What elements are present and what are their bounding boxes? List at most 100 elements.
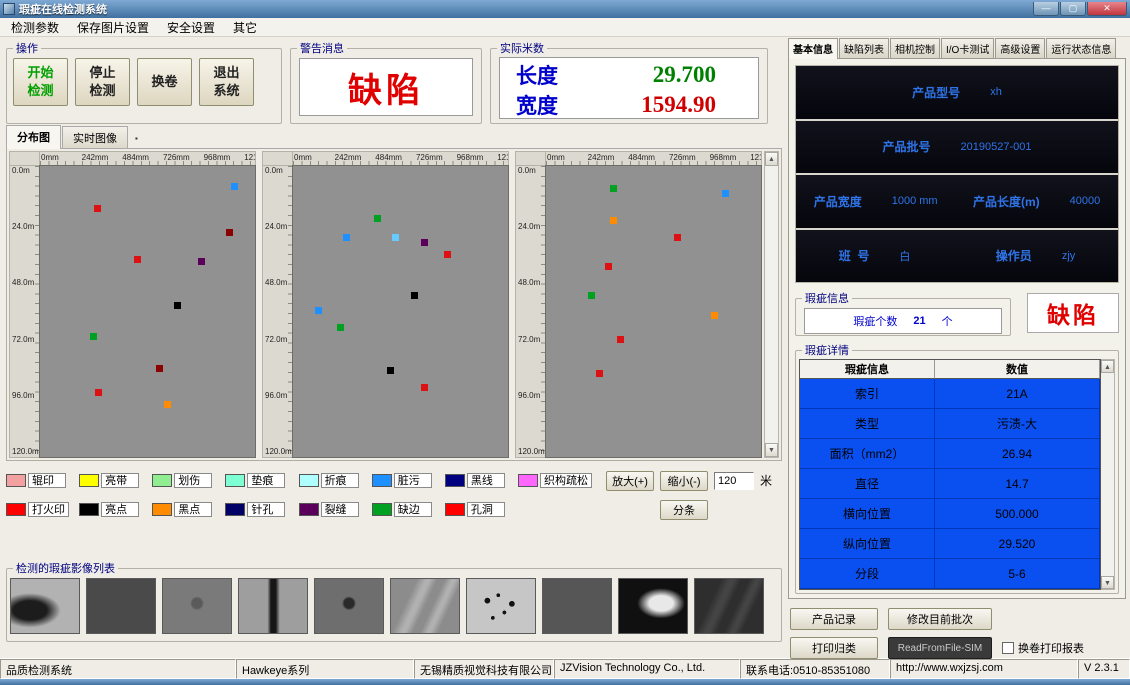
defect-point[interactable]: [411, 292, 418, 299]
defect-point[interactable]: [444, 251, 451, 258]
defect-thumbnail[interactable]: [238, 578, 308, 634]
bottom-button-row-1: 产品记录 修改目前批次: [788, 608, 1126, 630]
menu-item-1[interactable]: 检测参数: [2, 17, 68, 38]
detail-table-scrollbar[interactable]: ▲ ▼: [1101, 359, 1115, 590]
defect-point[interactable]: [605, 263, 612, 270]
start-detect-button[interactable]: 开始 检测: [13, 58, 68, 106]
defect-point[interactable]: [610, 185, 617, 192]
menu-item-4[interactable]: 其它: [224, 17, 266, 38]
x-tick-label: 242mm: [82, 153, 109, 162]
right-tab-2[interactable]: 缺陷列表: [839, 38, 889, 58]
print-category-button[interactable]: 打印归类: [790, 637, 878, 659]
change-roll-print-checkbox[interactable]: [1002, 642, 1014, 654]
scatter-plot[interactable]: [292, 165, 509, 458]
scroll-track[interactable]: [765, 166, 778, 443]
defect-point[interactable]: [711, 312, 718, 319]
defect-point[interactable]: [392, 234, 399, 241]
defect-point[interactable]: [156, 365, 163, 372]
defect-thumbnail[interactable]: [390, 578, 460, 634]
modify-batch-button[interactable]: 修改目前批次: [888, 608, 992, 630]
maximize-button[interactable]: ▢: [1060, 2, 1086, 16]
defect-point[interactable]: [226, 229, 233, 236]
menu-item-3[interactable]: 安全设置: [158, 17, 224, 38]
detail-row[interactable]: 索引21A: [800, 379, 1100, 409]
scroll-up-icon[interactable]: ▲: [765, 152, 778, 166]
detail-row[interactable]: 面积（mm2）26.94: [800, 439, 1100, 469]
y-tick-label: 48.0m: [12, 278, 34, 287]
defect-point[interactable]: [174, 302, 181, 309]
status-segment-5: 联系电话:0510-85351080: [740, 659, 890, 679]
legend-color-swatch: [152, 474, 172, 487]
zoom-in-button[interactable]: 放大(+): [606, 471, 654, 491]
product-info-row: 产品批号20190527-001: [796, 121, 1118, 174]
defect-thumbnail[interactable]: [466, 578, 536, 634]
exit-system-button[interactable]: 退出 系统: [199, 58, 254, 106]
legend-item: 划伤: [152, 470, 221, 491]
scroll-down-icon[interactable]: ▼: [765, 443, 778, 457]
menu-item-2[interactable]: 保存图片设置: [68, 17, 158, 38]
product-info-pair: 产品长度(m)40000: [973, 193, 1100, 210]
defect-point[interactable]: [421, 239, 428, 246]
defect-point[interactable]: [617, 336, 624, 343]
scatter-plot[interactable]: [39, 165, 256, 458]
defect-point[interactable]: [421, 384, 428, 391]
product-record-button[interactable]: 产品记录: [790, 608, 878, 630]
bottom-right-controls: 产品记录 修改目前批次 打印归类 ReadFromFile-SIM 换卷打印报表: [788, 608, 1126, 659]
legend-item: 缺边: [372, 499, 441, 520]
view-tab-1[interactable]: 分布图: [6, 125, 61, 149]
right-tab-1[interactable]: 基本信息: [788, 38, 838, 59]
warning-message-box: 缺陷: [299, 58, 473, 116]
defect-point[interactable]: [231, 183, 238, 190]
table-scroll-down-icon[interactable]: ▼: [1101, 576, 1114, 589]
defect-point[interactable]: [722, 190, 729, 197]
right-tab-5[interactable]: 高级设置: [995, 38, 1045, 58]
defect-point[interactable]: [387, 367, 394, 374]
defect-point[interactable]: [343, 234, 350, 241]
defect-point[interactable]: [596, 370, 603, 377]
view-tab-2[interactable]: 实时图像: [62, 126, 128, 148]
defect-thumbnail[interactable]: [542, 578, 612, 634]
defect-point[interactable]: [610, 217, 617, 224]
defect-thumbnail[interactable]: [314, 578, 384, 634]
defect-point[interactable]: [315, 307, 322, 314]
read-from-file-button[interactable]: ReadFromFile-SIM: [888, 637, 992, 659]
zoom-out-button[interactable]: 缩小(-): [660, 471, 708, 491]
defect-point[interactable]: [94, 205, 101, 212]
table-scroll-up-icon[interactable]: ▲: [1101, 360, 1114, 373]
defect-point[interactable]: [588, 292, 595, 299]
defect-thumbnail[interactable]: [694, 578, 764, 634]
detail-row[interactable]: 纵向位置29.520: [800, 529, 1100, 559]
right-tab-4[interactable]: I/O卡测试: [941, 38, 994, 58]
minimize-button[interactable]: —: [1033, 2, 1059, 16]
defect-thumbnail[interactable]: [618, 578, 688, 634]
defect-point[interactable]: [90, 333, 97, 340]
meters-input[interactable]: [714, 472, 754, 490]
defect-point[interactable]: [374, 215, 381, 222]
defect-point[interactable]: [164, 401, 171, 408]
horizontal-ruler: 0mm242mm484mm726mm968mm1210mm: [39, 151, 256, 165]
stop-detect-button[interactable]: 停止 检测: [75, 58, 130, 106]
right-tab-6[interactable]: 运行状态信息: [1046, 38, 1116, 58]
split-button[interactable]: 分条: [660, 500, 708, 520]
detail-row[interactable]: 分段5-6: [800, 559, 1100, 589]
close-button[interactable]: ✕: [1087, 2, 1127, 16]
scatter-panel-3: 0mm242mm484mm726mm968mm1210mm0.0m24.0m48…: [515, 151, 762, 458]
defect-thumbnail[interactable]: [86, 578, 156, 634]
detail-row[interactable]: 直径14.7: [800, 469, 1100, 499]
meter-value: 1594.90: [641, 92, 716, 118]
product-info-pair: 操作员zjy: [996, 247, 1075, 264]
defect-point[interactable]: [337, 324, 344, 331]
scatter-plot[interactable]: [545, 165, 762, 458]
x-tick-label: 968mm: [204, 153, 231, 162]
detail-row[interactable]: 横向位置500.000: [800, 499, 1100, 529]
defect-thumbnail[interactable]: [10, 578, 80, 634]
charts-vertical-scrollbar[interactable]: ▲ ▼: [764, 151, 779, 458]
change-roll-button[interactable]: 换卷: [137, 58, 192, 106]
defect-point[interactable]: [95, 389, 102, 396]
right-tab-3[interactable]: 相机控制: [890, 38, 940, 58]
defect-point[interactable]: [674, 234, 681, 241]
defect-thumbnail[interactable]: [162, 578, 232, 634]
defect-point[interactable]: [134, 256, 141, 263]
detail-row[interactable]: 类型污渍-大: [800, 409, 1100, 439]
defect-point[interactable]: [198, 258, 205, 265]
